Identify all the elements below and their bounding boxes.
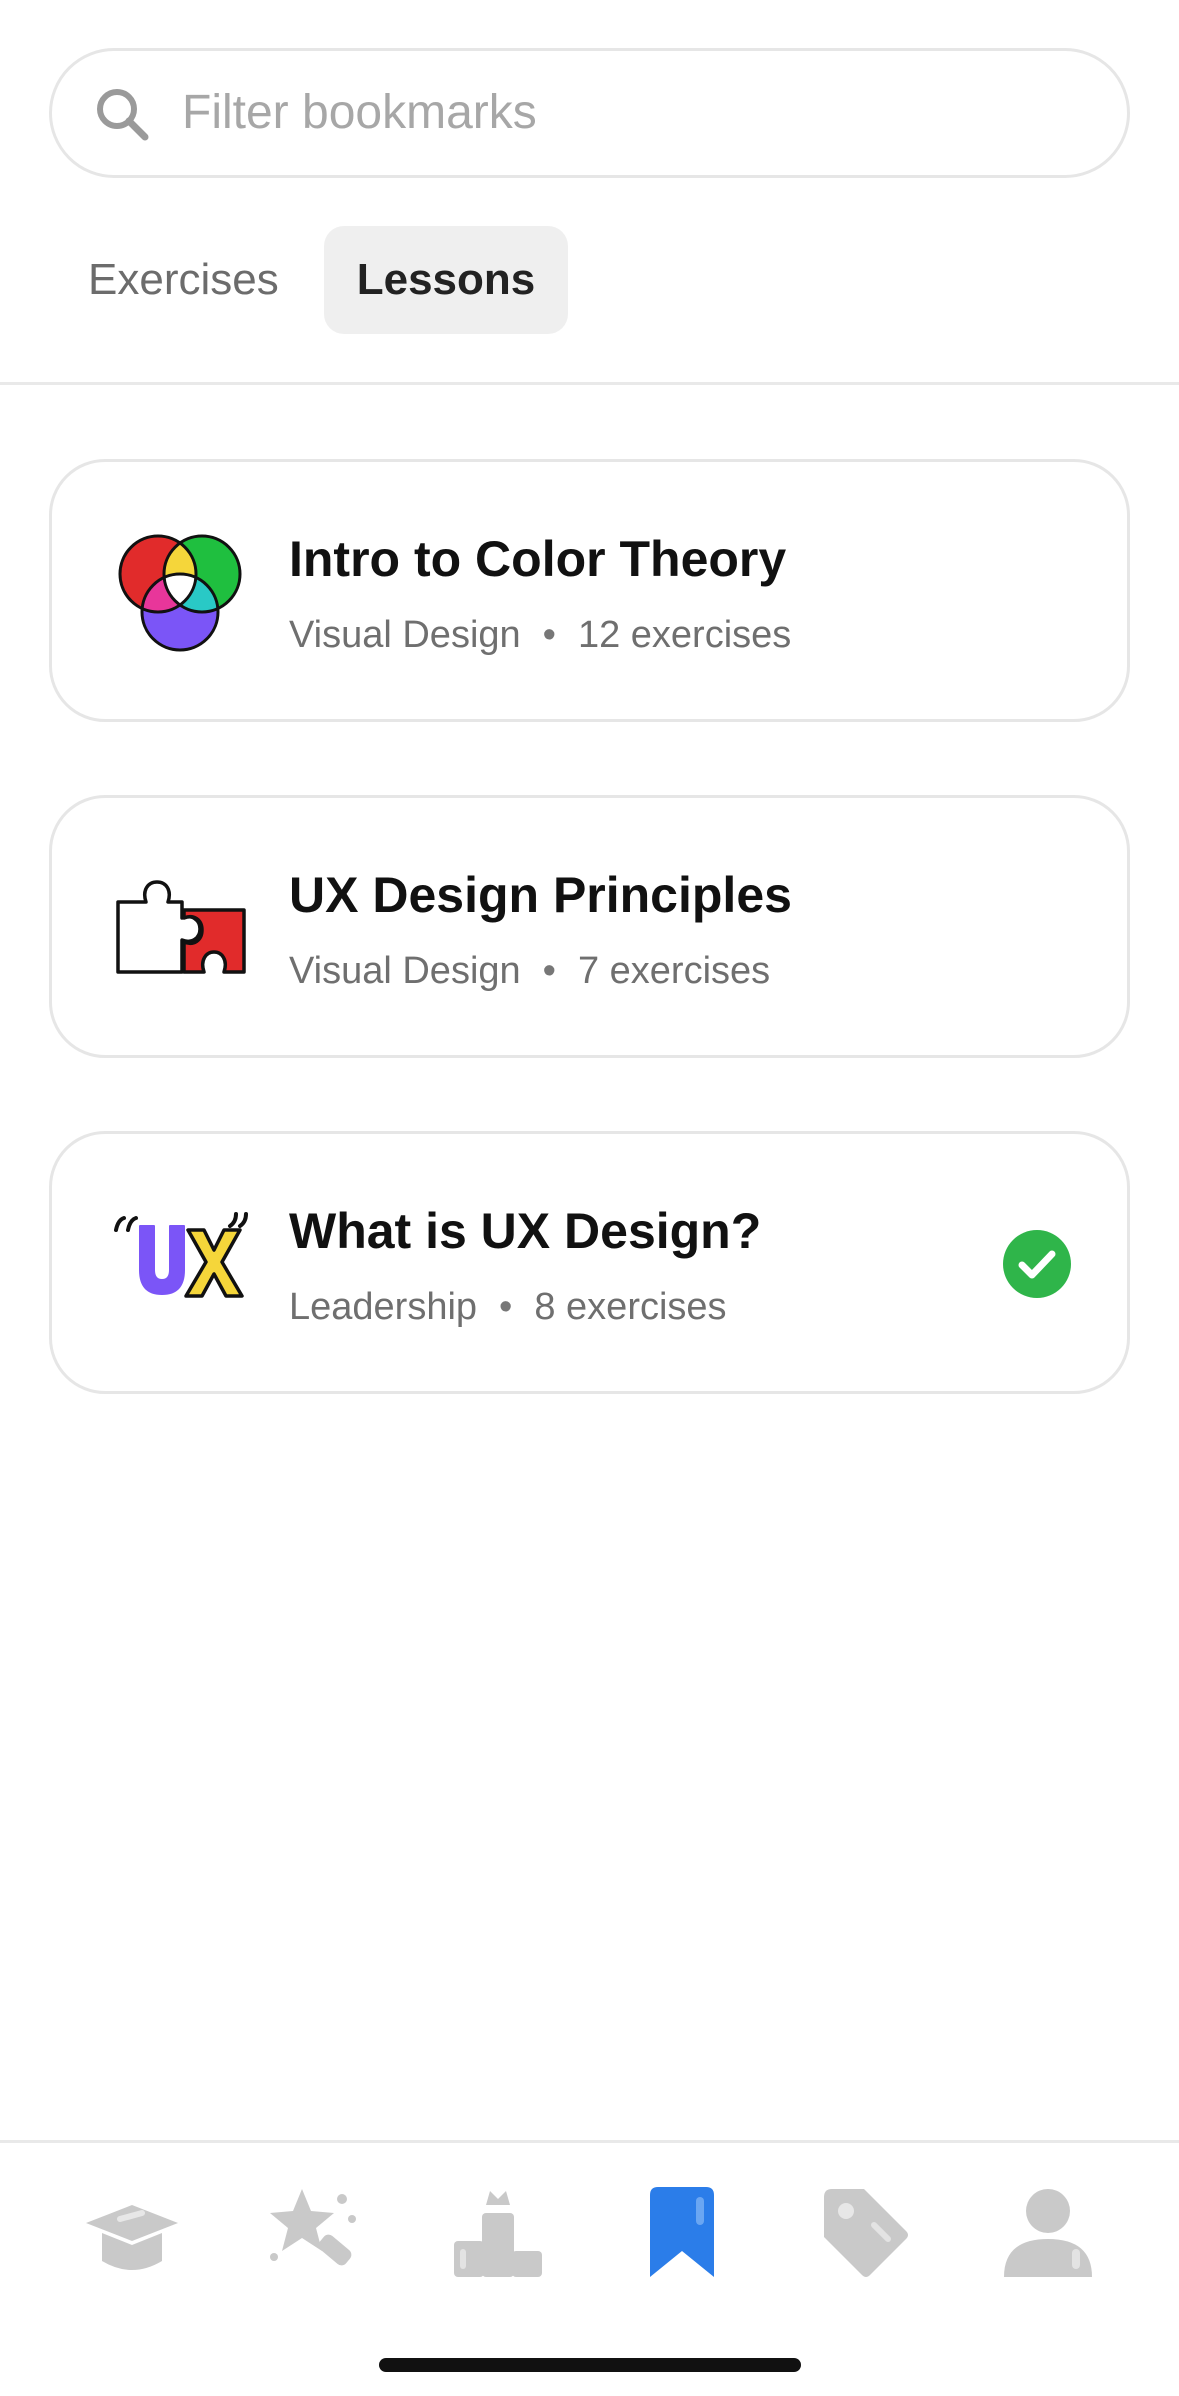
meta-separator: • xyxy=(542,950,556,992)
tab-exercises[interactable]: Exercises xyxy=(66,226,306,334)
lesson-exercise-count: 7 exercises xyxy=(577,950,771,992)
star-wand-icon[interactable] xyxy=(264,2183,364,2283)
meta-separator: • xyxy=(499,1286,513,1328)
lesson-card-color-theory[interactable]: Intro to Color Theory Visual Design • 12 e… xyxy=(49,459,1130,722)
puzzle-icon xyxy=(116,880,246,974)
lesson-category: Leadership xyxy=(289,1286,478,1328)
podium-icon[interactable] xyxy=(448,2183,548,2283)
lesson-category: Visual Design xyxy=(289,614,521,656)
lesson-title: What is UX Design? xyxy=(289,1203,762,1259)
tag-icon[interactable] xyxy=(814,2183,914,2283)
meta-separator: • xyxy=(542,614,556,656)
home-indicator xyxy=(379,2358,801,2372)
lesson-meta: Visual Design • 12 exercises xyxy=(289,614,791,657)
tab-lessons[interactable]: Lessons xyxy=(324,226,568,334)
color-wheel-icon xyxy=(118,534,242,652)
lesson-meta: Leadership • 8 exercises xyxy=(289,1286,727,1329)
lesson-category: Visual Design xyxy=(289,950,521,992)
search-input[interactable]: Filter bookmarks xyxy=(49,48,1130,178)
lesson-title: UX Design Principles xyxy=(289,867,792,923)
lesson-card-ux-principles[interactable]: UX Design Principles Visual Design • 7 exe… xyxy=(49,795,1130,1058)
lesson-title: Intro to Color Theory xyxy=(289,531,787,587)
lesson-card-what-is-ux[interactable]: What is UX Design? Leadership • 8 exercise… xyxy=(49,1131,1130,1394)
lesson-exercise-count: 12 exercises xyxy=(577,614,792,656)
graduation-cap-icon[interactable] xyxy=(82,2183,182,2283)
lesson-meta: Visual Design • 7 exercises xyxy=(289,950,770,993)
completed-check-icon xyxy=(1003,1230,1071,1298)
search-icon xyxy=(97,89,149,141)
divider xyxy=(0,382,1179,385)
search-placeholder: Filter bookmarks xyxy=(182,86,537,139)
ux-quote-icon xyxy=(114,1212,248,1298)
bookmark-icon[interactable] xyxy=(632,2183,732,2283)
lesson-exercise-count: 8 exercises xyxy=(534,1286,727,1328)
person-icon[interactable] xyxy=(998,2183,1098,2283)
